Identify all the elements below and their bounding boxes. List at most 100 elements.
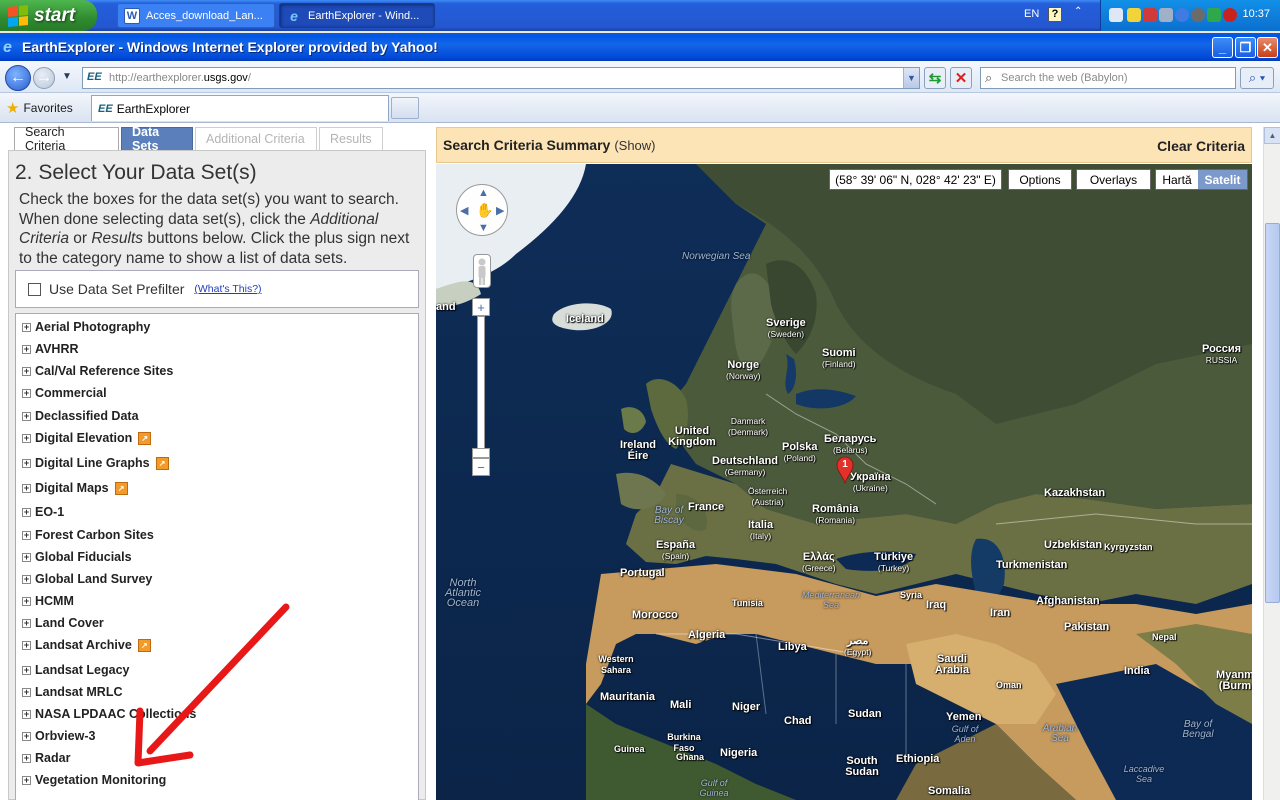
warning-icon[interactable] bbox=[1127, 8, 1141, 22]
dataset-category-label[interactable]: NASA LPDAAC Collections bbox=[35, 707, 196, 721]
prefilter-checkbox[interactable] bbox=[28, 282, 41, 296]
dataset-category-label[interactable]: Vegetation Monitoring bbox=[35, 773, 166, 787]
dataset-category-label[interactable]: Landsat Legacy bbox=[35, 663, 129, 677]
expand-plus-icon[interactable]: + bbox=[22, 687, 31, 697]
favorites-button[interactable]: ★ Favorites bbox=[6, 99, 73, 117]
expand-plus-icon[interactable]: + bbox=[22, 530, 31, 540]
dataset-category-label[interactable]: Global Fiducials bbox=[35, 550, 132, 564]
dataset-category[interactable]: + Landsat MRLC bbox=[22, 683, 123, 701]
dataset-category[interactable]: + Cal/Val Reference Sites bbox=[22, 362, 173, 380]
dataset-category-label[interactable]: Forest Carbon Sites bbox=[35, 528, 154, 542]
dataset-category[interactable]: + Aerial Photography bbox=[22, 318, 150, 336]
taskbar-item-earthexplorer[interactable]: e EarthExplorer - Wind... bbox=[279, 3, 435, 28]
dataset-category[interactable]: + Forest Carbon Sites bbox=[22, 526, 154, 544]
expand-plus-icon[interactable]: + bbox=[22, 574, 31, 584]
tab-search-criteria[interactable]: Search Criteria bbox=[14, 125, 119, 153]
dataset-category-label[interactable]: Digital Line Graphs bbox=[35, 456, 150, 470]
dataset-category[interactable]: + Global Fiducials bbox=[22, 548, 132, 566]
dataset-category-label[interactable]: Landsat Archive bbox=[35, 638, 132, 652]
expand-plus-icon[interactable]: + bbox=[22, 596, 31, 606]
expand-plus-icon[interactable]: + bbox=[22, 775, 31, 785]
antivirus-icon[interactable] bbox=[1223, 8, 1237, 22]
maximize-button[interactable]: ❐ bbox=[1235, 37, 1256, 58]
dataset-category-label[interactable]: EO-1 bbox=[35, 505, 64, 519]
expand-plus-icon[interactable]: + bbox=[22, 507, 31, 517]
tab-results[interactable]: Results bbox=[319, 127, 383, 150]
dataset-category-label[interactable]: Digital Maps bbox=[35, 481, 109, 495]
street-view-pegman[interactable] bbox=[473, 254, 491, 288]
dataset-category[interactable]: + Landsat Archive ↗ bbox=[22, 636, 151, 654]
security-icon[interactable] bbox=[1143, 8, 1157, 22]
new-tab-button[interactable] bbox=[391, 97, 419, 119]
expand-plus-icon[interactable]: + bbox=[22, 411, 31, 421]
dataset-category[interactable]: + Orbview-3 bbox=[22, 727, 95, 745]
refresh-button[interactable]: ⇆ bbox=[924, 67, 946, 89]
external-link-icon[interactable]: ↗ bbox=[114, 481, 128, 495]
start-button[interactable]: start bbox=[0, 0, 97, 31]
external-link-icon[interactable]: ↗ bbox=[155, 456, 169, 470]
device-icon[interactable] bbox=[1159, 8, 1173, 22]
map-type-harta-button[interactable]: Hartă bbox=[1156, 170, 1198, 189]
shield-icon[interactable] bbox=[1175, 8, 1189, 22]
expand-plus-icon[interactable]: + bbox=[22, 458, 31, 468]
dataset-category[interactable]: + NASA LPDAAC Collections bbox=[22, 705, 196, 723]
expand-plus-icon[interactable]: + bbox=[22, 366, 31, 376]
expand-plus-icon[interactable]: + bbox=[22, 483, 31, 493]
dataset-category-label[interactable]: AVHRR bbox=[35, 342, 79, 356]
dataset-category[interactable]: + Land Cover bbox=[22, 614, 104, 632]
expand-plus-icon[interactable]: + bbox=[22, 731, 31, 741]
app-tray-icon[interactable] bbox=[1207, 8, 1221, 22]
stop-button[interactable]: ✕ bbox=[950, 67, 972, 89]
forward-button[interactable]: → bbox=[33, 67, 55, 89]
recent-pages-dropdown[interactable]: ▼ bbox=[62, 71, 72, 82]
dataset-category-label[interactable]: Global Land Survey bbox=[35, 572, 152, 586]
dataset-category[interactable]: + Landsat Legacy bbox=[22, 661, 129, 679]
dataset-category-label[interactable]: Declassified Data bbox=[35, 409, 139, 423]
map-pan-control[interactable]: ▲ ▼ ◀ ▶ ✋ bbox=[456, 184, 508, 236]
expand-plus-icon[interactable]: + bbox=[22, 753, 31, 763]
browser-tab-earthexplorer[interactable]: EE EarthExplorer bbox=[91, 95, 389, 121]
tab-additional-criteria[interactable]: Additional Criteria bbox=[195, 127, 317, 150]
back-button[interactable]: ← bbox=[5, 65, 31, 91]
search-button[interactable]: ⌕ ▾ bbox=[1240, 67, 1274, 89]
chevron-up-icon[interactable]: ▲ bbox=[478, 187, 489, 199]
expand-plus-icon[interactable]: + bbox=[22, 552, 31, 562]
scrollbar-thumb[interactable] bbox=[1265, 223, 1280, 603]
address-dropdown-button[interactable]: ▼ bbox=[903, 68, 919, 88]
dataset-category-label[interactable]: Orbview-3 bbox=[35, 729, 95, 743]
chevron-right-icon[interactable]: ▶ bbox=[496, 204, 504, 217]
chevron-up-icon[interactable]: ⌃ bbox=[1074, 6, 1082, 17]
zoom-slider-track[interactable] bbox=[477, 316, 485, 456]
window-titlebar[interactable]: e EarthExplorer - Windows Internet Explo… bbox=[0, 33, 1280, 61]
dataset-category[interactable]: + Declassified Data bbox=[22, 407, 139, 425]
satellite-map[interactable]: and Norwegian Sea Iceland Sverige (Sweden… bbox=[436, 164, 1252, 800]
address-input[interactable]: EE http://earthexplorer. usgs.gov / ▼ bbox=[82, 67, 920, 89]
hand-icon[interactable]: ✋ bbox=[476, 202, 493, 219]
tab-data-sets[interactable]: Data Sets bbox=[121, 125, 193, 153]
web-search-input[interactable]: ⌕ Search the web (Babylon) bbox=[980, 67, 1236, 89]
map-overlays-button[interactable]: Overlays bbox=[1076, 169, 1151, 190]
dataset-category[interactable]: + Radar bbox=[22, 749, 70, 767]
chevron-down-icon[interactable]: ▼ bbox=[478, 222, 489, 234]
map-options-button[interactable]: Options bbox=[1008, 169, 1072, 190]
expand-plus-icon[interactable]: + bbox=[22, 344, 31, 354]
zoom-slider-handle[interactable] bbox=[472, 448, 490, 458]
whats-this-link[interactable]: (What's This?) bbox=[194, 283, 261, 295]
dataset-category[interactable]: + Vegetation Monitoring bbox=[22, 771, 166, 789]
chevron-left-icon[interactable]: ◀ bbox=[460, 204, 468, 217]
expand-plus-icon[interactable]: + bbox=[22, 618, 31, 628]
expand-plus-icon[interactable]: + bbox=[22, 640, 31, 650]
dataset-category[interactable]: + Digital Elevation ↗ bbox=[22, 429, 152, 447]
dataset-category[interactable]: + Global Land Survey bbox=[22, 570, 152, 588]
map-type-satelit-button[interactable]: Satelit bbox=[1198, 170, 1247, 189]
external-link-icon[interactable]: ↗ bbox=[138, 431, 152, 445]
speaker-icon[interactable] bbox=[1191, 8, 1205, 22]
network-icon[interactable] bbox=[1109, 8, 1123, 22]
dataset-category-label[interactable]: Commercial bbox=[35, 386, 107, 400]
dataset-category[interactable]: + Digital Maps ↗ bbox=[22, 479, 128, 497]
summary-show-link[interactable]: (Show) bbox=[614, 138, 655, 153]
dataset-category[interactable]: + Commercial bbox=[22, 384, 107, 402]
taskbar-item-word-document[interactable]: W Acces_download_Lan... bbox=[117, 3, 275, 28]
close-button[interactable]: ✕ bbox=[1257, 37, 1278, 58]
expand-plus-icon[interactable]: + bbox=[22, 709, 31, 719]
